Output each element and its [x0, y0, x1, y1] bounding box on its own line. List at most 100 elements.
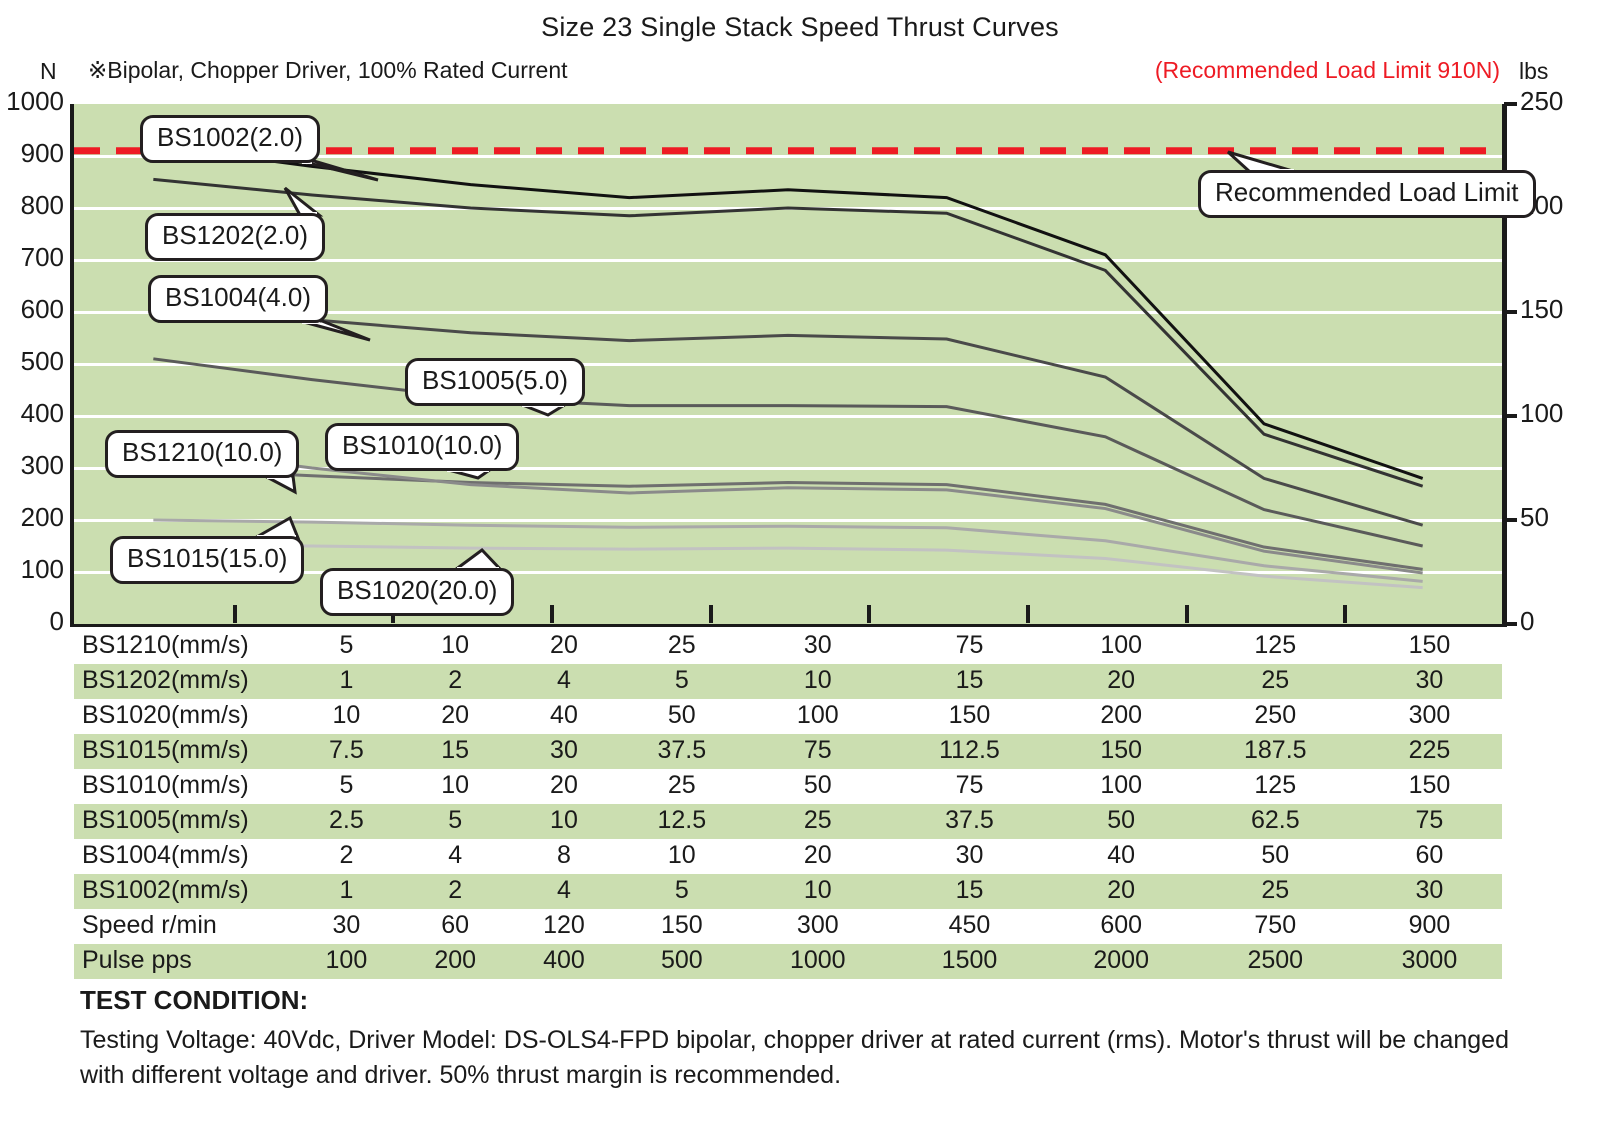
- table-row: BS1002(mm/s) 1 2 4 5 10 15 20 25 30: [74, 874, 1502, 909]
- table-row-header: BS1004(mm/s): [82, 841, 249, 869]
- table-cell: 10: [509, 804, 619, 839]
- table-cell: 200: [400, 944, 510, 979]
- table-cell: 2500: [1193, 944, 1357, 979]
- table-cell: 5: [400, 804, 510, 839]
- table-cell: 120: [543, 911, 585, 939]
- y-axis-unit-left: N: [40, 58, 57, 84]
- page-title: Size 23 Single Stack Speed Thrust Curves: [541, 12, 1059, 42]
- table-row: BS1015(mm/s) 7.5 15 30 37.5 75 112.5 150 187.5 22…: [74, 734, 1502, 769]
- y-axis-left-tick-label: 800: [20, 190, 64, 220]
- table-cell: 10: [745, 874, 891, 909]
- table-cell: 15: [400, 734, 510, 769]
- y-axis-right-tick-mark: [1504, 102, 1517, 106]
- chart-callout-bs1015150: BS1015(15.0): [110, 536, 305, 584]
- table-cell: 25: [745, 804, 891, 839]
- table-cell: 2: [339, 841, 354, 869]
- table-cell: 75: [955, 631, 984, 659]
- table-cell: 150: [1408, 631, 1451, 659]
- table-row-header: BS1202(mm/s): [74, 664, 292, 699]
- chart-series-line: [153, 468, 1422, 569]
- table-cell: 150: [1408, 771, 1451, 799]
- table-cell: 25: [667, 631, 696, 659]
- driver-note: ※Bipolar, Chopper Driver, 100% Rated Cur…: [88, 57, 568, 83]
- table-cell: 100: [796, 701, 839, 729]
- table-cell: 100: [1100, 771, 1143, 799]
- table-cell: 3000: [1356, 944, 1502, 979]
- table-row: BS1010(mm/s) 5 10 20 25 50 75 100 125 150: [74, 769, 1502, 804]
- test-condition-body: Testing Voltage: 40Vdc, Driver Model: DS…: [80, 1026, 1509, 1089]
- table-cell: 5: [618, 664, 746, 699]
- table-cell: 300: [1408, 701, 1451, 729]
- table-row: BS1210(mm/s) 5 10 20 25 30 75 100 125 150: [74, 629, 1502, 664]
- y-axis-left-tick-label: 500: [20, 346, 64, 376]
- x-axis-tick-mark: [1184, 605, 1189, 623]
- table-cell: 50: [1048, 804, 1194, 839]
- table-cell: 10: [667, 841, 696, 869]
- table-row-header: BS1005(mm/s): [74, 804, 292, 839]
- table-cell: 10: [745, 664, 891, 699]
- table-cell: 300: [796, 911, 839, 939]
- table-cell: 2000: [1048, 944, 1194, 979]
- table-cell: 75: [745, 734, 891, 769]
- table-cell: 50: [1261, 841, 1290, 869]
- x-axis-tick-mark: [1026, 605, 1030, 623]
- chart-callout-bs1010100: BS1010(10.0): [325, 423, 520, 471]
- y-axis-right-tick-label: 250: [1520, 86, 1564, 116]
- table-cell: 1000: [745, 944, 891, 979]
- table-cell: 60: [1415, 841, 1444, 869]
- table-cell: 30: [509, 734, 619, 769]
- table-row: BS1005(mm/s) 2.5 5 10 12.5 25 37.5 50 62.5 75: [74, 804, 1502, 839]
- table-cell: 25: [667, 771, 696, 799]
- table-cell: 10: [441, 631, 470, 659]
- y-axis-left-tick-label: 0: [49, 606, 64, 636]
- table-cell: 30: [803, 631, 832, 659]
- y-axis-right-tick-mark: [1504, 518, 1517, 522]
- y-axis-right-tick-label: 100: [1520, 398, 1564, 428]
- table-cell: 1500: [890, 944, 1049, 979]
- y-axis-right-tick-mark: [1504, 622, 1517, 626]
- table-cell: 15: [890, 664, 1049, 699]
- table-cell: 75: [955, 771, 984, 799]
- chart-callout-bs1020200: BS1020(20.0): [320, 568, 515, 616]
- table-cell: 4: [509, 664, 619, 699]
- table-cell: 50: [803, 771, 832, 799]
- table-row-header: Speed r/min: [82, 911, 217, 939]
- table-cell: 125: [1254, 631, 1297, 659]
- table-cell: 20: [803, 841, 832, 869]
- table-cell: 15: [890, 874, 1049, 909]
- speed-data-table: BS1210(mm/s) 5 10 20 25 30 75 100 125 150 BS1202(m…: [74, 629, 1502, 979]
- table-row-header: BS1010(mm/s): [82, 771, 249, 799]
- y-axis-left-tick-label: 200: [20, 502, 64, 532]
- table-cell: 30: [332, 911, 361, 939]
- y-axis-left-tick-label: 300: [20, 450, 64, 480]
- table-cell: 25: [1193, 874, 1357, 909]
- table-cell: 150: [660, 911, 703, 939]
- table-cell: 10: [441, 771, 470, 799]
- table-row-header: BS1002(mm/s): [74, 874, 292, 909]
- y-axis-right-tick-label: 50: [1520, 502, 1549, 532]
- table-cell: 30: [955, 841, 984, 869]
- y-axis-right-tick-mark: [1504, 310, 1517, 314]
- table-cell: 500: [618, 944, 746, 979]
- y-axis-unit-right: lbs: [1519, 58, 1549, 84]
- table-row: BS1020(mm/s) 10 20 40 50 100 150 200 250 300: [74, 699, 1502, 734]
- chart-callout-bs100220: BS1002(2.0): [140, 115, 320, 163]
- y-axis-right-tick-mark: [1504, 414, 1517, 418]
- y-axis-right-tick-label: 150: [1520, 294, 1564, 324]
- table-cell: 7.5: [292, 734, 401, 769]
- table-cell: 60: [441, 911, 470, 939]
- table-cell: 12.5: [618, 804, 746, 839]
- table-cell: 225: [1356, 734, 1502, 769]
- table-cell: 8: [557, 841, 571, 869]
- table-row: Pulse pps 100 200 400 500 1000 1500 2000 2500 300…: [74, 944, 1502, 979]
- table-cell: 150: [948, 701, 991, 729]
- table-cell: 30: [1356, 664, 1502, 699]
- y-axis-left-tick-label: 400: [20, 398, 64, 428]
- table-cell: 37.5: [618, 734, 746, 769]
- table-cell: 20: [441, 701, 470, 729]
- table-cell: 40: [550, 701, 578, 729]
- test-condition-title: TEST CONDITION:: [80, 985, 309, 1015]
- y-axis-left-tick-label: 600: [20, 294, 64, 324]
- table-cell: 50: [667, 701, 696, 729]
- table-cell: 2: [400, 874, 510, 909]
